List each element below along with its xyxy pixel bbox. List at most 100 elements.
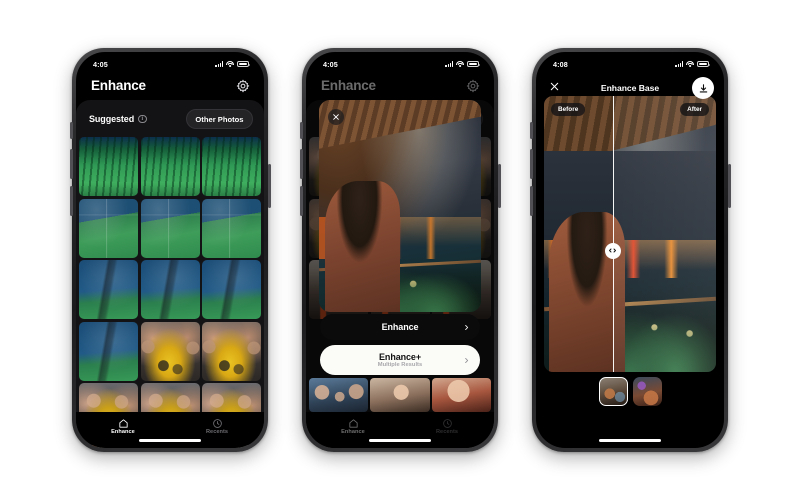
silent-switch[interactable]	[70, 122, 73, 139]
photo-cell[interactable]	[79, 198, 138, 258]
status-bar: 4:05	[76, 52, 264, 72]
photo-cell[interactable]	[140, 321, 200, 381]
tab-enhance-label: Enhance	[111, 428, 135, 435]
silent-switch[interactable]	[300, 122, 303, 139]
tab-enhance-label: Enhance	[341, 428, 365, 435]
chevron-right-icon	[463, 351, 470, 369]
result-thumbnails	[536, 377, 724, 406]
close-x-icon[interactable]	[549, 79, 560, 97]
result-thumbnail-1[interactable]	[598, 377, 628, 406]
phone-screen: 4:05 Enhance	[306, 52, 494, 448]
home-icon	[348, 416, 359, 428]
ceiling-texture	[319, 100, 481, 149]
status-time: 4:05	[93, 59, 108, 69]
page-title: Enhance	[91, 78, 146, 93]
tab-bar: Enhance Recents	[306, 412, 494, 448]
app-header: Enhance	[306, 72, 494, 101]
power-button[interactable]	[497, 164, 501, 208]
photo-cell[interactable]	[202, 137, 261, 196]
compare-slider-handle[interactable]	[604, 242, 621, 259]
wifi-icon	[226, 61, 234, 67]
battery-icon	[237, 61, 250, 67]
photo-cell[interactable]	[140, 260, 200, 319]
photo-cell[interactable]	[202, 321, 261, 381]
enhance-plus-subtitle: Multiple Results	[377, 362, 423, 369]
status-bar: 4:08	[536, 52, 724, 72]
volume-down-button[interactable]	[529, 186, 533, 216]
close-x-icon[interactable]	[328, 109, 344, 125]
status-time: 4:08	[553, 59, 568, 69]
app-header: Enhance	[76, 72, 264, 101]
before-after-compare[interactable]: Before After	[544, 96, 716, 372]
photo-cell[interactable]	[79, 137, 138, 196]
filmstrip-thumbnail[interactable]	[309, 378, 369, 412]
phone-gallery: 4:05 Enhance Suggested i Other Photos En…	[69, 48, 271, 452]
gear-icon[interactable]	[466, 79, 480, 93]
wifi-icon	[686, 61, 694, 67]
status-time: 4:05	[323, 59, 338, 69]
after-label: After	[680, 103, 709, 116]
volume-down-button[interactable]	[69, 186, 73, 216]
gallery-panel: Suggested i Other Photos	[76, 100, 264, 448]
home-indicator[interactable]	[139, 439, 201, 442]
tab-enhance[interactable]: Enhance	[93, 416, 153, 435]
battery-icon	[697, 61, 710, 67]
home-icon	[118, 416, 129, 428]
enhance-button[interactable]: Enhance	[320, 314, 480, 340]
photo-cell[interactable]	[202, 198, 261, 258]
wifi-icon	[456, 61, 464, 67]
phone-enhance-modal: 4:05 Enhance Enhance Enhance+ Multiple R…	[299, 48, 501, 452]
other-photos-button[interactable]: Other Photos	[185, 109, 253, 129]
tab-recents[interactable]: Recents	[417, 416, 477, 435]
battery-icon	[467, 61, 480, 67]
enhance-plus-button-label: Enhance+	[379, 351, 421, 362]
tab-enhance[interactable]: Enhance	[323, 416, 383, 435]
filmstrip-thumbnail[interactable]	[370, 378, 430, 412]
enhance-actions: Enhance Enhance+ Multiple Results	[320, 314, 480, 380]
modal-photo-preview	[319, 100, 481, 312]
before-label: Before	[551, 103, 586, 116]
result-thumbnail-2[interactable]	[632, 377, 662, 406]
home-indicator[interactable]	[599, 439, 661, 442]
info-circle-icon[interactable]: i	[138, 114, 147, 124]
filmstrip-thumbnail[interactable]	[431, 378, 491, 412]
volume-up-button[interactable]	[299, 149, 303, 179]
page-title: Enhance Base	[600, 83, 660, 93]
page-title: Enhance	[321, 78, 376, 93]
photo-filmstrip	[306, 378, 494, 412]
clock-icon	[442, 416, 453, 428]
tab-bar: Enhance Recents	[76, 412, 264, 448]
phone-screen: 4:08 Enhance Base Before After	[536, 52, 724, 448]
silent-switch[interactable]	[530, 122, 533, 139]
cellular-bars-icon	[445, 61, 453, 67]
clock-icon	[212, 416, 223, 428]
cellular-bars-icon	[215, 61, 223, 67]
photo-cell[interactable]	[140, 198, 200, 258]
status-bar: 4:05	[306, 52, 494, 72]
person-subject	[325, 180, 400, 312]
power-button[interactable]	[267, 164, 271, 208]
suggested-bar: Suggested i Other Photos	[76, 100, 264, 137]
editor-header: Enhance Base	[536, 72, 724, 107]
photo-cell[interactable]	[79, 321, 138, 381]
volume-up-button[interactable]	[69, 149, 73, 179]
enhance-button-label: Enhance	[381, 322, 419, 332]
tab-recents[interactable]: Recents	[187, 416, 247, 435]
tab-recents-label: Recents	[205, 428, 229, 435]
photo-grid	[76, 137, 264, 448]
phone-compare: 4:08 Enhance Base Before After	[529, 48, 731, 452]
download-button[interactable]	[692, 77, 714, 99]
photo-cell[interactable]	[79, 260, 138, 319]
enhance-plus-button[interactable]: Enhance+ Multiple Results	[320, 345, 480, 375]
volume-down-button[interactable]	[299, 186, 303, 216]
photo-cell[interactable]	[202, 260, 261, 319]
home-indicator[interactable]	[369, 439, 431, 442]
power-button[interactable]	[727, 164, 731, 208]
screenshot-stage: 4:05 Enhance Suggested i Other Photos En…	[0, 0, 800, 500]
gear-icon[interactable]	[236, 79, 250, 93]
photo-cell[interactable]	[140, 137, 200, 196]
volume-up-button[interactable]	[529, 149, 533, 179]
compare-divider	[612, 96, 615, 372]
suggested-label: Suggested	[89, 114, 135, 124]
chevron-right-icon	[463, 318, 470, 336]
